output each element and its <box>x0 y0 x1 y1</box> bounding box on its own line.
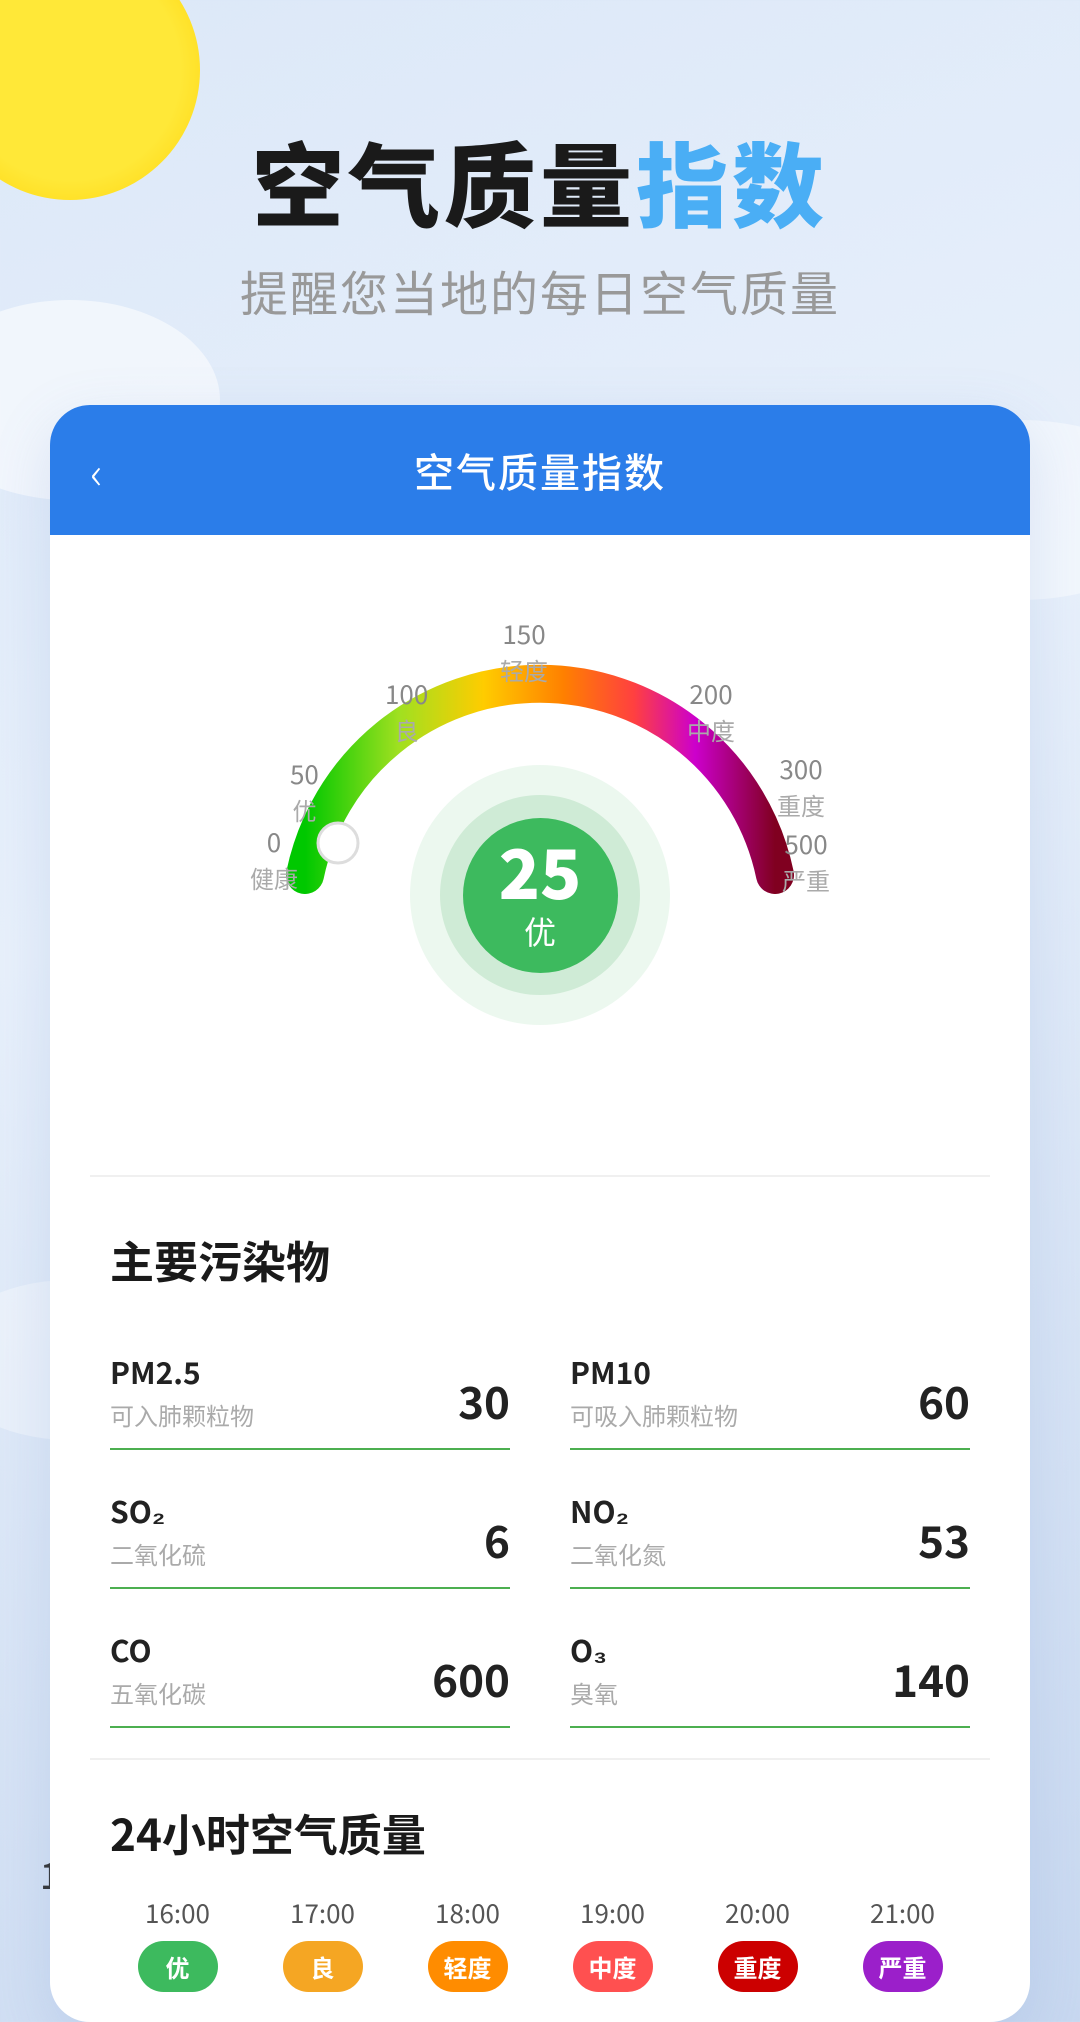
hour-badge-1700: 良 <box>283 1941 363 1992</box>
hour-time-2000: 20:00 <box>725 1894 790 1931</box>
back-button[interactable]: ‹ <box>90 438 103 502</box>
pollutant-no2-row: NO₂ 二氧化氮 53 <box>570 1488 970 1571</box>
pollutant-pm25-name: PM2.5 <box>110 1349 254 1393</box>
pollutant-no2: NO₂ 二氧化氮 53 <box>570 1460 970 1589</box>
hour-time-1600: 16:00 <box>145 1894 210 1931</box>
pollutant-pm25-desc: 可入肺颗粒物 <box>110 1397 254 1432</box>
pollutant-co-name: CO <box>110 1627 206 1671</box>
hour-badge-2000: 重度 <box>718 1941 798 1992</box>
pollutant-pm10-value: 60 <box>918 1368 970 1432</box>
pollutants-title: 主要污染物 <box>110 1227 970 1291</box>
gauge-label-200: 200 中度 <box>687 675 735 747</box>
pollutant-no2-value: 53 <box>918 1507 970 1571</box>
hour-time-2100: 21:00 <box>870 1894 935 1931</box>
pollutant-o3-desc: 臭氧 <box>570 1675 618 1710</box>
pollutant-pm10-row: PM10 可吸入肺颗粒物 60 <box>570 1349 970 1432</box>
hour-badge-2100: 严重 <box>863 1941 943 1992</box>
gauge-outer-ring: 25 优 <box>410 765 670 1025</box>
gauge-label-300: 300 重度 <box>777 750 825 822</box>
gauge-center-display: 25 优 <box>410 765 670 1025</box>
hour-item-1900: 19:00 中度 <box>545 1894 680 1992</box>
pollutants-section: 主要污染物 PM2.5 可入肺颗粒物 30 PM10 可吸 <box>50 1177 1030 1758</box>
gauge-label-50: 50 优 <box>290 755 319 827</box>
pollutant-pm10-desc: 可吸入肺颗粒物 <box>570 1397 738 1432</box>
hero-title-blue: 指数 <box>636 114 828 247</box>
pollutant-o3-row: O₃ 臭氧 140 <box>570 1627 970 1710</box>
card-header: ‹ 空气质量指数 <box>50 405 1030 535</box>
pollutant-so2-row: SO₂ 二氧化硫 6 <box>110 1488 510 1571</box>
pollutant-so2-name: SO₂ <box>110 1488 206 1532</box>
gauge-value-circle: 25 优 <box>463 818 618 973</box>
hour-item-1800: 18:00 轻度 <box>400 1894 535 1992</box>
hour-badge-1800: 轻度 <box>428 1941 508 1992</box>
hero-subtitle: 提醒您当地的每日空气质量 <box>80 255 1000 325</box>
pollutant-o3: O₃ 臭氧 140 <box>570 1599 970 1728</box>
hero-section: 空气质量指数 提醒您当地的每日空气质量 <box>0 0 1080 325</box>
gauge-label-100: 100 良 <box>385 675 428 747</box>
pollutant-no2-desc: 二氧化氮 <box>570 1536 666 1571</box>
pollutant-so2-desc: 二氧化硫 <box>110 1536 206 1571</box>
pollutant-co: CO 五氧化碳 600 <box>110 1599 510 1728</box>
pollutant-pm25-value: 30 <box>458 1368 510 1432</box>
hero-title: 空气质量指数 <box>80 130 1000 231</box>
hour-time-1700: 17:00 <box>290 1894 355 1931</box>
hour-time-1900: 19:00 <box>580 1894 645 1931</box>
hour-badge-1600: 优 <box>138 1941 218 1992</box>
pollutant-o3-name: O₃ <box>570 1627 618 1671</box>
pollutant-pm25-row: PM2.5 可入肺颗粒物 30 <box>110 1349 510 1432</box>
pollutant-no2-name: NO₂ <box>570 1488 666 1532</box>
gauge-label-500: 500 严重 <box>782 825 830 897</box>
hero-title-black: 空气质量 <box>252 114 636 247</box>
pollutant-pm10: PM10 可吸入肺颗粒物 60 <box>570 1321 970 1450</box>
gauge-aqi-value: 25 <box>499 836 582 904</box>
hours-grid: 16:00 优 17:00 良 18:00 轻度 19:00 中度 20:00 … <box>110 1894 970 1992</box>
pollutant-co-desc: 五氧化碳 <box>110 1675 206 1710</box>
pollutants-grid: PM2.5 可入肺颗粒物 30 PM10 可吸入肺颗粒物 60 <box>110 1321 970 1738</box>
pollutant-so2: SO₂ 二氧化硫 6 <box>110 1460 510 1589</box>
gauge-label-150: 150 轻度 <box>500 615 548 687</box>
gauge-label-0: 0 健康 <box>250 823 298 895</box>
card-title: 空气质量指数 <box>414 441 666 499</box>
hour-item-2100: 21:00 严重 <box>835 1894 970 1992</box>
pollutant-pm10-name: PM10 <box>570 1349 738 1393</box>
gauge-section: 0 健康 50 优 100 良 150 轻度 200 中度 300 重度 <box>50 535 1030 1035</box>
hour-item-2000: 20:00 重度 <box>690 1894 825 1992</box>
pollutant-co-value: 600 <box>432 1646 510 1710</box>
hours-title: 24小时空气质量 <box>110 1800 970 1864</box>
gauge-wrapper: 0 健康 50 优 100 良 150 轻度 200 中度 300 重度 <box>250 595 830 995</box>
pollutant-so2-value: 6 <box>484 1507 510 1571</box>
pollutant-o3-value: 140 <box>892 1646 970 1710</box>
hour-badge-1900: 中度 <box>573 1941 653 1992</box>
hour-item-1700: 17:00 良 <box>255 1894 390 1992</box>
hour-item-1600: 16:00 优 <box>110 1894 245 1992</box>
hour-time-1800: 18:00 <box>435 1894 500 1931</box>
hours-section: 24小时空气质量 16:00 优 17:00 良 18:00 轻度 19:00 … <box>50 1760 1030 2022</box>
gauge-inner-ring: 25 优 <box>440 795 640 995</box>
main-card: ‹ 空气质量指数 <box>50 405 1030 2022</box>
pollutant-pm25: PM2.5 可入肺颗粒物 30 <box>110 1321 510 1450</box>
pollutant-co-row: CO 五氧化碳 600 <box>110 1627 510 1710</box>
gauge-spacer <box>50 1035 1030 1175</box>
gauge-aqi-level: 优 <box>524 908 556 954</box>
